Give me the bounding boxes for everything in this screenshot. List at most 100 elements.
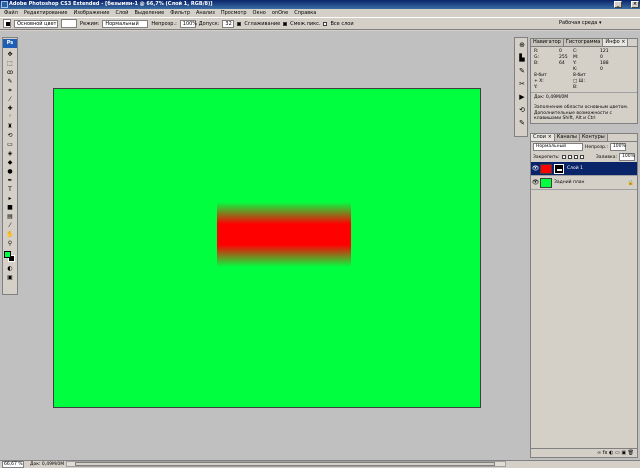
marquee-tool-icon[interactable]: ⬚ (3, 59, 17, 68)
info-doc-size: Док: 0,49M/0M (531, 92, 637, 103)
menu-help[interactable]: Справка (291, 9, 319, 17)
layer-blend-mode-select[interactable]: Нормальный (533, 143, 583, 151)
history-brush-tool-icon[interactable]: ⟲ (3, 131, 17, 140)
layer-thumbnail (540, 177, 552, 188)
move-tool-icon[interactable]: ✥ (3, 50, 17, 59)
layers-panel-tabs: Слои × Каналы Контуры (531, 134, 637, 142)
menu-view[interactable]: Просмотр (218, 9, 250, 17)
doc-size-readout: Док: 0,49M/0M (30, 462, 65, 467)
hand-tool-icon[interactable]: ✋ (3, 230, 17, 239)
info-value: 188 (600, 61, 609, 66)
info-label: 8-бит (573, 73, 586, 78)
menu-onone[interactable]: onOne (269, 9, 291, 17)
tool-preset-picker[interactable] (3, 19, 11, 28)
tab-info[interactable]: Инфо × (603, 39, 629, 46)
menu-image[interactable]: Изображение (70, 9, 112, 17)
fill-source-select[interactable]: Основной цвет (14, 19, 58, 28)
pen-tool-icon[interactable]: ✒ (3, 176, 17, 185)
antialias-checkbox[interactable] (237, 21, 242, 26)
visibility-eye-icon[interactable]: 👁 (531, 165, 540, 172)
opacity-label: Непрозр.: (151, 20, 177, 27)
close-button[interactable]: × (631, 1, 639, 8)
contiguous-label: Смеж.пикс. (290, 20, 321, 27)
quick-selection-tool-icon[interactable]: ✎ (3, 77, 17, 86)
visibility-eye-icon[interactable]: 👁 (531, 179, 540, 186)
tab-navigator[interactable]: Навигатор (531, 39, 564, 46)
history-panel-icon[interactable]: ⟲ (516, 104, 528, 116)
paint-bucket-tool-icon[interactable]: ◈ (3, 149, 17, 158)
menu-analysis[interactable]: Анализ (193, 9, 218, 17)
layer-row-layer1[interactable]: 👁 Слой 1 (531, 162, 637, 176)
quick-mask-icon[interactable]: ◐ (3, 264, 17, 273)
info-label: + X: (534, 79, 544, 84)
zoom-tool-icon[interactable]: ⚲ (3, 239, 17, 248)
tab-layers[interactable]: Слои × (531, 134, 555, 141)
contiguous-checkbox[interactable] (283, 21, 288, 26)
navigator-panel-icon[interactable]: ⊕ (516, 39, 528, 51)
layer-row-background[interactable]: 👁 Задний план 🔒 (531, 176, 637, 190)
blur-tool-icon[interactable]: ◆ (3, 158, 17, 167)
healing-brush-tool-icon[interactable]: ✚ (3, 104, 17, 113)
path-selection-tool-icon[interactable]: ▸ (3, 194, 17, 203)
layer-fill-input[interactable]: 100% (619, 153, 635, 161)
layers-bottom-toolbar: ∞ fx ◐ ▭ ▣ 🗑 (531, 448, 637, 457)
slice-tool-icon[interactable]: ⁄ (3, 95, 17, 104)
toolbox: Ps ✥ ⬚ ꝏ ✎ ⌗ ⁄ ✚ ꜝ ♜ ⟲ ▭ ◈ ◆ ● ✒ T ▸ ■ ▤… (2, 37, 18, 295)
tab-histogram[interactable]: Гистограмма (563, 39, 604, 46)
all-layers-checkbox[interactable] (323, 21, 328, 26)
scrollbar-thumb[interactable] (75, 462, 495, 466)
app-icon (1, 1, 8, 8)
menu-layer[interactable]: Слой (112, 9, 131, 17)
workspace-button[interactable]: Рабочая среда ▾ (556, 20, 604, 28)
styles-panel-icon[interactable]: ✎ (516, 117, 528, 129)
lasso-tool-icon[interactable]: ꝏ (3, 68, 17, 77)
tolerance-input[interactable]: 32 (222, 19, 235, 28)
lock-transparency-icon[interactable] (561, 155, 566, 159)
dodge-tool-icon[interactable]: ● (3, 167, 17, 176)
options-bar: Основной цвет Режим: Нормальный Непрозр.… (0, 17, 640, 30)
menu-file[interactable]: Файл (3, 9, 21, 17)
lock-position-icon[interactable] (573, 155, 578, 159)
layers-panel: Слои × Каналы Контуры Нормальный Непрозр… (530, 133, 638, 458)
document-canvas[interactable] (53, 88, 481, 408)
opacity-input[interactable]: 100% (179, 19, 197, 28)
zoom-level-field[interactable]: 66,67 % (2, 461, 24, 468)
info-value: 121 (600, 49, 609, 54)
layer-mask-thumbnail[interactable] (554, 163, 564, 174)
crop-tool-icon[interactable]: ⌗ (3, 86, 17, 95)
type-tool-icon[interactable]: T (3, 185, 17, 194)
shape-tool-icon[interactable]: ■ (3, 203, 17, 212)
lock-pixels-icon[interactable] (567, 155, 572, 159)
eyedropper-tool-icon[interactable]: ⁄ (3, 221, 17, 230)
title-bar: Adobe Photoshop CS3 Extended - [безымян-… (0, 0, 640, 9)
screen-mode-icon[interactable]: ▣ (3, 273, 17, 282)
layer-thumbnail (540, 163, 552, 174)
clone-stamp-tool-icon[interactable]: ♜ (3, 122, 17, 131)
pattern-picker[interactable] (61, 19, 77, 28)
menu-select[interactable]: Выделение (131, 9, 167, 17)
ps-logo[interactable]: Ps (3, 39, 17, 48)
bucket-icon (6, 22, 10, 26)
lock-all-icon[interactable] (579, 155, 584, 159)
layer-opacity-input[interactable]: 100% (609, 143, 626, 151)
brushes-panel-icon[interactable]: ✎ (516, 65, 528, 77)
menu-edit[interactable]: Редактирование (21, 9, 71, 17)
mode-select[interactable]: Нормальный (102, 19, 149, 28)
brush-tool-icon[interactable]: ꜝ (3, 113, 17, 122)
layers-bottom-icons[interactable]: ∞ fx ◐ ▭ ▣ 🗑 (597, 450, 634, 456)
antialias-label: Сглаживание (244, 20, 281, 27)
histogram-panel-icon[interactable]: ▙ (516, 52, 528, 64)
actions-panel-icon[interactable]: ▶ (516, 91, 528, 103)
all-layers-label: Все слои (330, 20, 354, 27)
foreground-color-swatch[interactable] (4, 251, 11, 258)
tab-channels[interactable]: Каналы (554, 134, 580, 141)
menu-filter[interactable]: Фильтр (167, 9, 193, 17)
tool-presets-panel-icon[interactable]: ✂ (516, 78, 528, 90)
tab-paths[interactable]: Контуры (579, 134, 608, 141)
minimize-button[interactable]: _ (614, 1, 622, 8)
menu-window[interactable]: Окно (250, 9, 269, 17)
menu-bar: Файл Редактирование Изображение Слой Выд… (0, 9, 640, 17)
notes-tool-icon[interactable]: ▤ (3, 212, 17, 221)
horizontal-scrollbar[interactable] (66, 461, 506, 467)
eraser-tool-icon[interactable]: ▭ (3, 140, 17, 149)
